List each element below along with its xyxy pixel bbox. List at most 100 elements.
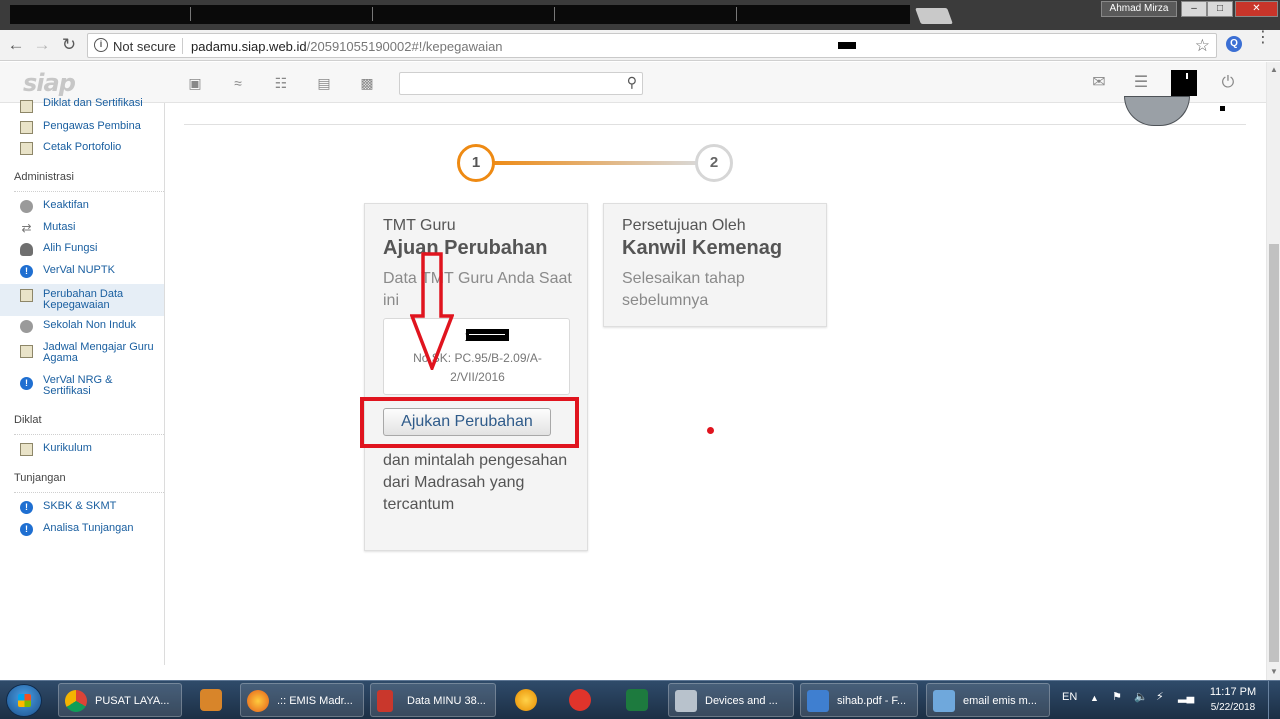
gear-icon — [20, 320, 33, 333]
devices-icon — [675, 690, 697, 712]
browser-toolbar: ← → ↻ i Not secure padamu.siap.web.id/20… — [0, 30, 1280, 61]
url-text[interactable]: padamu.siap.web.id/20591055190002#!/kepe… — [191, 39, 503, 54]
emoji-app-icon — [515, 689, 537, 711]
cube-icon[interactable]: ▣ — [186, 74, 204, 92]
taskbar-app-excel[interactable] — [612, 683, 662, 717]
sidebar-item-jadwal-mengajar[interactable]: Jadwal Mengajar Guru Agama — [0, 339, 164, 367]
sidebar-item-pengawas-pembina[interactable]: Pengawas Pembina — [0, 118, 164, 138]
sidebar-item-cetak-portofolio[interactable]: Cetak Portofolio — [0, 139, 164, 159]
redacted-tab-strip[interactable] — [10, 5, 910, 24]
rss-icon[interactable]: ≈ — [229, 74, 247, 92]
sidebar-item-label: Alih Fungsi — [43, 242, 98, 254]
tab-separator — [736, 7, 737, 21]
close-window-button[interactable]: ✕ — [1235, 1, 1278, 17]
sidebar-item-label: Sekolah Non Induk — [43, 319, 136, 331]
extension-icon[interactable]: Q — [1226, 36, 1242, 52]
taskbar-app-notepad[interactable]: email emis m... — [926, 683, 1050, 717]
app-search-input[interactable]: ⚲ — [399, 72, 643, 95]
start-button[interactable] — [6, 684, 42, 717]
section-heading-tunjangan: Tunjangan — [14, 472, 164, 493]
redacted-user-avatar[interactable] — [1171, 70, 1197, 96]
maximize-button[interactable]: □ — [1207, 1, 1233, 17]
redaction-block — [838, 42, 856, 49]
mail-icon[interactable]: ✉ — [1089, 73, 1109, 93]
stepper-connector — [490, 161, 700, 165]
sidebar-item-label: Perubahan Data Kepegawaian — [43, 288, 124, 311]
sidebar-item-skbk-skmt[interactable]: ! SKBK & SKMT — [0, 498, 164, 518]
sidebar-item-sekolah-non-induk[interactable]: Sekolah Non Induk — [0, 317, 164, 337]
taskbar-app-emoji[interactable] — [501, 683, 551, 717]
windows-taskbar: PUSAT LAYA... .:: EMIS Madr... Data MINU… — [0, 680, 1280, 719]
sidebar-item-label: Analisa Tunjangan — [43, 522, 134, 534]
taskbar-app-chrome[interactable]: PUSAT LAYA... — [58, 683, 182, 717]
taskbar-label: Data MINU 38... — [407, 695, 486, 707]
clock-date: 5/22/2018 — [1210, 702, 1256, 713]
search-icon[interactable]: ⚲ — [627, 74, 637, 91]
card-title: Ajuan Perubahan — [383, 237, 548, 259]
reload-button[interactable]: ↻ — [58, 34, 80, 56]
pdf-icon — [807, 690, 829, 712]
back-button[interactable]: ← — [5, 34, 27, 56]
scroll-up-arrow[interactable]: ▲ — [1270, 65, 1278, 74]
taskbar-app-pdf-reader[interactable]: Data MINU 38... — [370, 683, 496, 717]
info-icon: ! — [20, 265, 33, 278]
tab-separator — [554, 7, 555, 21]
sidebar-item-verval-nuptk[interactable]: ! VerVal NUPTK — [0, 262, 164, 282]
document-icon — [20, 443, 33, 456]
document-icon — [20, 345, 33, 358]
info-icon: ! — [20, 501, 33, 514]
sidebar-item-perubahan-data-kepegawaian[interactable]: Perubahan Data Kepegawaian — [0, 284, 164, 316]
redaction-block — [1220, 106, 1225, 111]
sidebar-item-mutasi[interactable]: ⇄ Mutasi — [0, 219, 164, 239]
browser-menu-icon[interactable]: ⋮ — [1255, 30, 1271, 46]
system-clock[interactable]: 11:17 PM 5/22/2018 — [1200, 685, 1266, 715]
power-plug-icon[interactable]: ⚡ — [1156, 690, 1164, 703]
volume-icon[interactable]: 🔈 — [1134, 690, 1148, 703]
sidebar-item-label: Jadwal Mengajar Guru Agama — [43, 341, 154, 364]
sidebar-item-label: VerVal NRG & Sertifikasi — [43, 374, 113, 397]
sidebar-item-kurikulum[interactable]: Kurikulum — [0, 440, 164, 460]
annotation-highlight-box — [360, 397, 579, 448]
bookmark-star-icon[interactable]: ☆ — [1195, 36, 1210, 56]
id-card-icon[interactable]: ▩ — [358, 74, 376, 92]
url-path: /20591055190002#!/kepegawaian — [306, 39, 503, 54]
profile-button[interactable]: Ahmad Mirza — [1101, 1, 1177, 17]
sidebar-item-verval-nrg[interactable]: ! VerVal NRG & Sertifikasi — [0, 372, 164, 400]
taskbar-app-devices[interactable]: Devices and ... — [668, 683, 794, 717]
taskbar-app-firefox[interactable]: .:: EMIS Madr... — [240, 683, 364, 717]
taskbar-app-media[interactable] — [186, 683, 236, 717]
sidebar-item-keaktifan[interactable]: Keaktifan — [0, 197, 164, 217]
excel-icon — [626, 689, 648, 711]
info-icon[interactable]: i — [94, 38, 108, 52]
power-icon[interactable]: ⏻ — [1218, 73, 1238, 93]
document-icon[interactable]: ▤ — [315, 74, 333, 92]
siap-logo[interactable]: siap — [23, 69, 76, 97]
sidebar-item-analisa-tunjangan[interactable]: ! Analisa Tunjangan — [0, 520, 164, 540]
address-bar[interactable]: i Not secure padamu.siap.web.id/20591055… — [87, 33, 1217, 58]
minimize-button[interactable]: – — [1181, 1, 1207, 17]
clock-time: 11:17 PM — [1209, 686, 1257, 698]
sidebar-item-label: Mutasi — [43, 221, 76, 233]
new-tab-button[interactable] — [915, 8, 953, 24]
group-icon[interactable]: ☷ — [272, 74, 290, 92]
list-icon[interactable]: ☰ — [1131, 73, 1151, 93]
scrollbar-thumb[interactable] — [1269, 244, 1279, 662]
scroll-down-arrow[interactable]: ▼ — [1270, 667, 1278, 676]
browser-titlebar: Ahmad Mirza – □ ✕ — [0, 0, 1280, 30]
language-indicator[interactable]: EN — [1062, 691, 1077, 703]
card-description: Selesaikan tahap sebelumnya — [622, 270, 745, 309]
page-scrollbar[interactable]: ▲ ▼ — [1266, 62, 1280, 680]
network-flag-icon[interactable]: ⚑ — [1112, 690, 1122, 703]
signal-icon[interactable]: ▂▄ — [1178, 690, 1194, 703]
forward-button[interactable]: → — [31, 34, 53, 56]
taskbar-label: Devices and ... — [705, 695, 778, 707]
notepad-icon — [933, 690, 955, 712]
taskbar-app-pdf[interactable]: sihab.pdf - F... — [800, 683, 918, 717]
security-label[interactable]: Not secure — [113, 39, 176, 54]
show-desktop-button[interactable] — [1268, 681, 1280, 719]
card-ajuan-perubahan: TMT Guru Ajuan Perubahan Data TMT Guru A… — [364, 203, 588, 551]
taskbar-app-vivaldi[interactable] — [555, 683, 605, 717]
show-hidden-icons-button[interactable]: ▲ — [1090, 693, 1099, 703]
sidebar-item-alih-fungsi[interactable]: Alih Fungsi — [0, 240, 164, 260]
section-heading-administrasi: Administrasi — [14, 171, 164, 192]
